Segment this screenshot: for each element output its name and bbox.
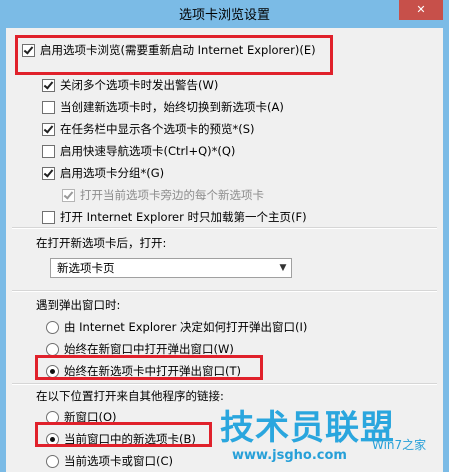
links-current-tab-radio[interactable]: 当前选项卡或窗口(C) — [46, 452, 173, 470]
checkbox-box — [42, 78, 55, 92]
open-next-to-current-checkbox: 打开当前选项卡旁边的每个新选项卡 — [62, 186, 264, 204]
highlight-popup-new-tab — [35, 355, 263, 380]
divider — [12, 290, 437, 292]
load-first-home-page-checkbox[interactable]: 打开 Internet Explorer 时只加载第一个主页(F) — [42, 208, 307, 226]
quick-tabs-checkbox[interactable]: 启用快速导航选项卡(Ctrl+Q)*(Q) — [42, 142, 235, 160]
watermark-sub: Win7之家 — [372, 438, 427, 452]
highlight-links-new-tab — [35, 422, 212, 447]
dropdown-selected-value: 新选项卡页 — [57, 261, 115, 275]
popup-ie-decide-radio[interactable]: 由 Internet Explorer 决定如何打开弹出窗口(I) — [46, 318, 307, 336]
watermark-logo-text: 技术员联盟 — [220, 408, 395, 448]
close-icon: ✕ — [416, 3, 426, 16]
checkbox-label: 在任务栏中显示各个选项卡的预览*(S) — [60, 122, 255, 136]
radio-label: 当前选项卡或窗口(C) — [64, 454, 174, 468]
checkbox-box — [42, 122, 55, 136]
new-tab-group-label: 在打开新选项卡后，打开: — [36, 236, 167, 250]
checkbox-box — [42, 100, 55, 114]
checkbox-label: 启用快速导航选项卡(Ctrl+Q)*(Q) — [60, 144, 236, 158]
checkbox-label: 打开当前选项卡旁边的每个新选项卡 — [80, 188, 264, 202]
chevron-down-icon: ▼ — [279, 263, 287, 273]
checkbox-box — [42, 166, 55, 180]
external-links-group-label: 在以下位置打开来自其他程序的链接: — [36, 389, 224, 403]
radio-circle — [46, 342, 59, 356]
checkbox-box — [62, 188, 75, 202]
switch-to-new-tab-checkbox[interactable]: 当创建新选项卡时，始终切换到新选项卡(A) — [42, 98, 284, 116]
tab-groups-checkbox[interactable]: 启用选项卡分组*(G) — [42, 164, 164, 182]
checkbox-label: 打开 Internet Explorer 时只加载第一个主页(F) — [60, 210, 307, 224]
watermark-site: www.jsgho.com — [232, 448, 347, 463]
highlight-enable-tabbed-browsing — [15, 35, 333, 75]
checkbox-label: 当创建新选项卡时，始终切换到新选项卡(A) — [60, 100, 284, 114]
checkbox-box — [42, 144, 55, 158]
checkbox-label: 关闭多个选项卡时发出警告(W) — [60, 78, 219, 92]
new-tab-page-dropdown[interactable]: 新选项卡页 ▼ — [50, 258, 292, 278]
taskbar-preview-checkbox[interactable]: 在任务栏中显示各个选项卡的预览*(S) — [42, 120, 255, 138]
warn-close-multiple-checkbox[interactable]: 关闭多个选项卡时发出警告(W) — [42, 76, 218, 94]
title-bar: 选项卡浏览设置 ✕ — [0, 0, 449, 28]
checkbox-label: 启用选项卡分组*(G) — [60, 166, 165, 180]
divider — [12, 227, 437, 229]
popups-group-label: 遇到弹出窗口时: — [36, 298, 121, 312]
close-button[interactable]: ✕ — [399, 0, 443, 20]
radio-circle — [46, 454, 59, 468]
divider — [12, 383, 437, 385]
radio-circle — [46, 320, 59, 334]
checkbox-box — [42, 210, 55, 224]
window-title: 选项卡浏览设置 — [178, 8, 270, 23]
radio-label: 由 Internet Explorer 决定如何打开弹出窗口(I) — [64, 320, 308, 334]
